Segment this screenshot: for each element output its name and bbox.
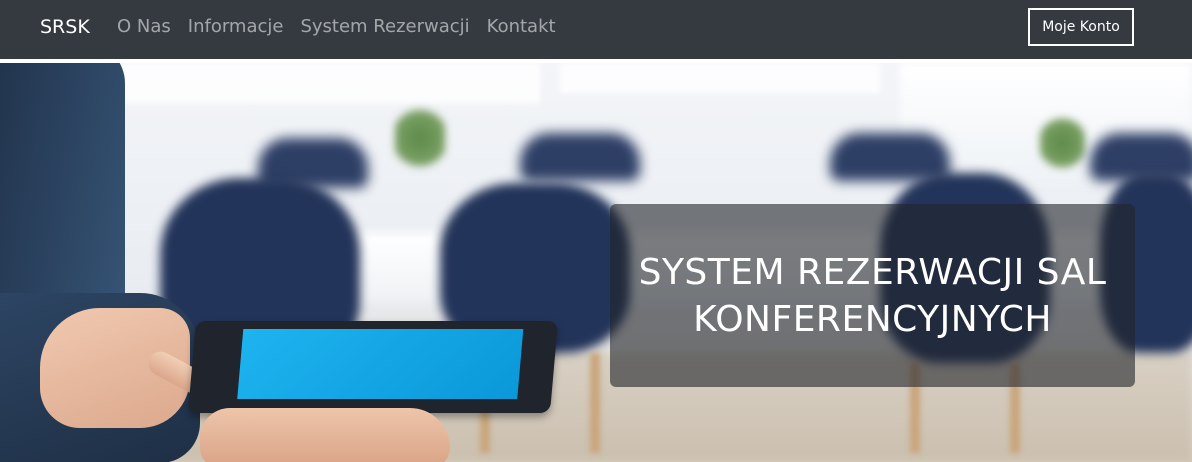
nav-link-system-rezerwacji[interactable]: System Rezerwacji: [300, 16, 469, 38]
hero-title: SYSTEM REZERWACJI SAL KONFERENCYJNYCH: [638, 251, 1107, 340]
hero-section: SYSTEM REZERWACJI SAL KONFERENCYJNYCH: [0, 63, 1192, 462]
my-account-button[interactable]: Moje Konto: [1028, 8, 1134, 46]
nav-links: O Nas Informacje System Rezerwacji Konta…: [117, 16, 573, 38]
nav-link-informacje[interactable]: Informacje: [188, 16, 284, 38]
nav-link-o-nas[interactable]: O Nas: [117, 16, 171, 38]
tablet-image: [187, 321, 559, 413]
nav-link-kontakt[interactable]: Kontakt: [487, 16, 556, 38]
top-navbar: SRSK O Nas Informacje System Rezerwacji …: [0, 0, 1192, 61]
hero-caption-box: SYSTEM REZERWACJI SAL KONFERENCYJNYCH: [610, 204, 1135, 387]
brand-link[interactable]: SRSK: [40, 16, 90, 38]
